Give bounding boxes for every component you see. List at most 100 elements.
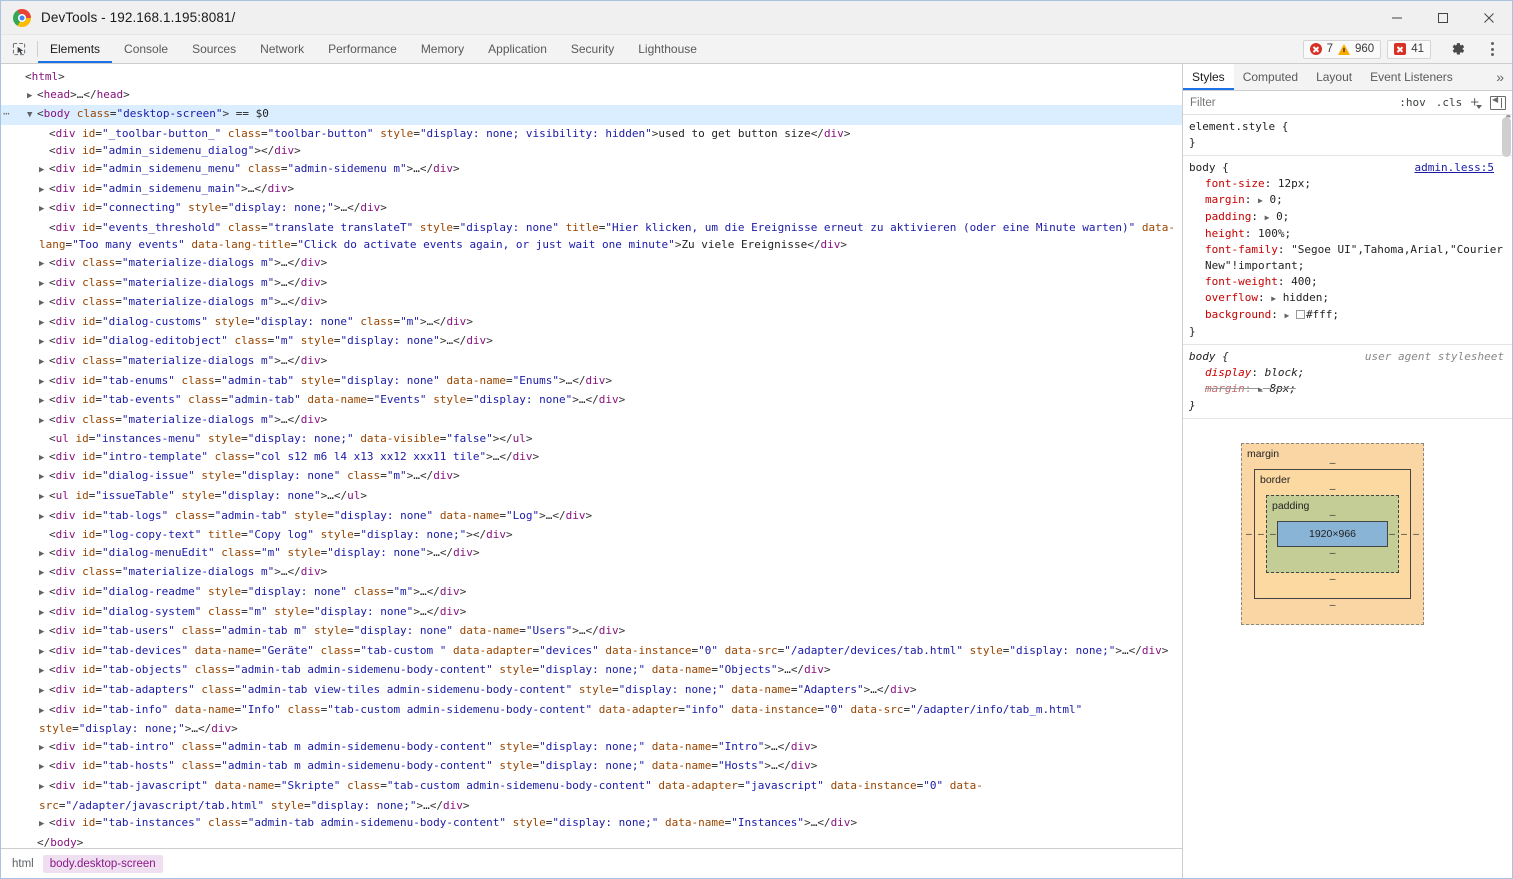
tab-lighthouse[interactable]: Lighthouse [626,35,709,63]
dom-node-line[interactable]: ▶ <div class="materialize-dialogs m">…</d… [1,563,1182,583]
style-declaration[interactable]: overflow: ▶ hidden; [1189,290,1512,307]
tab-computed[interactable]: Computed [1234,64,1307,90]
expand-arrow-icon[interactable]: ▶ [39,740,49,758]
expand-arrow-icon[interactable]: ▶ [39,779,49,797]
margin-left-value[interactable]: – [1246,526,1252,542]
tab-console[interactable]: Console [112,35,180,63]
box-model-content[interactable]: 1920×966 [1277,521,1388,547]
dom-node-line[interactable]: ▶ <div class="materialize-dialogs m">…</d… [1,352,1182,372]
breadcrumb-item-html[interactable]: html [5,855,41,873]
padding-left-value[interactable]: – [1270,526,1276,542]
expand-arrow-icon[interactable]: ▶ [39,703,49,721]
expand-arrow-icon[interactable]: ▶ [1284,311,1289,320]
expand-arrow-icon[interactable]: ▶ [39,315,49,333]
dom-node-line[interactable]: ▶ <div id="tab-adapters" class="admin-tab… [1,681,1182,701]
declaration-value[interactable]: 400; [1291,275,1318,288]
expand-arrow-icon[interactable]: ▶ [39,354,49,372]
declaration-value[interactable]: 0; [1276,210,1289,223]
dom-node-line[interactable]: ▶ <div id="tab-users" class="admin-tab m"… [1,622,1182,642]
inspect-element-icon[interactable] [1,35,37,63]
style-rule[interactable]: element.style {} [1183,115,1512,156]
style-declaration[interactable]: margin: ▶ 8px; [1189,381,1512,398]
declaration-property[interactable]: font-family [1205,243,1278,256]
node-more-icon[interactable]: ⋯ [3,105,10,123]
tab-layout[interactable]: Layout [1307,64,1361,90]
style-declaration[interactable]: font-weight: 400; [1189,274,1512,290]
expand-arrow-icon[interactable]: ▶ [39,256,49,274]
dom-node-line[interactable]: ▶ <div id="tab-enums" class="admin-tab" s… [1,372,1182,392]
declaration-property[interactable]: margin [1205,382,1245,395]
expand-arrow-icon[interactable]: ▶ [39,509,49,527]
box-model-padding[interactable]: padding – – – 1920×966 – [1266,495,1399,573]
more-tabs-icon[interactable]: » [1488,64,1512,90]
declaration-property[interactable]: display [1205,366,1251,379]
expand-arrow-icon[interactable]: ▶ [39,393,49,411]
tab-event-listeners[interactable]: Event Listeners [1361,64,1462,90]
styles-filter-input[interactable] [1183,95,1395,110]
padding-right-value[interactable]: – [1389,526,1395,542]
declaration-property[interactable]: padding [1205,210,1251,223]
style-declaration[interactable]: font-size: 12px; [1189,176,1512,192]
expand-arrow-icon[interactable]: ▶ [39,624,49,642]
dom-node-line[interactable]: ▶ <div class="materialize-dialogs m">…</d… [1,274,1182,294]
style-declaration[interactable]: height: 100%; [1189,226,1512,242]
expand-arrow-icon[interactable]: ▶ [39,644,49,662]
tab-styles[interactable]: Styles [1183,64,1234,90]
dom-node-line[interactable]: <div id="admin_sidemenu_dialog"></div> [1,142,1182,160]
declaration-value[interactable]: hidden; [1283,291,1329,304]
scrollbar-thumb[interactable] [1502,117,1511,157]
dom-tree[interactable]: <html> ▶ <head>…</head> ⋯ ▼ <body class="desk… [1,64,1182,848]
rule-selector[interactable]: element.style { [1189,119,1512,135]
expand-arrow-icon[interactable]: ▶ [39,759,49,777]
expand-arrow-icon[interactable]: ▶ [39,605,49,623]
style-declaration[interactable]: padding: ▶ 0; [1189,209,1512,226]
expand-arrow-icon[interactable]: ▶ [1258,196,1263,205]
dom-node-line[interactable]: ▶ <div class="materialize-dialogs m">…</d… [1,293,1182,313]
tab-memory[interactable]: Memory [409,35,476,63]
dom-node-line[interactable]: ▶ <div id="dialog-readme" style="display:… [1,583,1182,603]
dom-node-line[interactable]: ▶ <div id="connecting" style="display: no… [1,199,1182,219]
expand-arrow-icon[interactable]: ▶ [39,295,49,313]
dom-node-line[interactable]: <div id="log-copy-text" title="Copy log"… [1,526,1182,544]
expand-arrow-icon[interactable]: ▶ [39,565,49,583]
dom-node-line[interactable]: ▶ <div id="dialog-issue" style="display: … [1,467,1182,487]
border-left-value[interactable]: – [1258,526,1264,542]
box-model-margin[interactable]: margin – – – border – – – padding – – – … [1241,443,1424,625]
style-declaration[interactable]: display: block; [1189,365,1512,381]
expand-arrow-icon[interactable]: ▼ [27,107,37,125]
dom-node-line[interactable]: <ul id="instances-menu" style="display: … [1,430,1182,448]
dom-node-line[interactable]: ▶ <div id="tab-logs" class="admin-tab" st… [1,507,1182,527]
dom-node-line[interactable]: ▶ <div id="dialog-menuEdit" class="m" sty… [1,544,1182,564]
dom-node-line[interactable]: ▶ <div id="tab-instances" class="admin-ta… [1,814,1182,834]
dom-node-line[interactable]: ▶ <div id="dialog-customs" style="display… [1,313,1182,333]
style-declaration[interactable]: margin: ▶ 0; [1189,192,1512,209]
close-button[interactable] [1466,1,1512,35]
expand-arrow-icon[interactable]: ▶ [39,201,49,219]
expand-arrow-icon[interactable]: ▶ [39,334,49,352]
box-model-border[interactable]: border – – – padding – – – 1920×966 – – [1254,469,1411,599]
declaration-value[interactable]: 8px; [1269,382,1296,395]
dom-node-line[interactable]: </body> [1,834,1182,848]
style-declaration[interactable]: background: ▶ #fff; [1189,307,1512,324]
style-declaration[interactable]: font-family: "Segoe UI",Tahoma,Arial,"Co… [1189,242,1512,274]
expand-arrow-icon[interactable]: ▶ [39,413,49,431]
dom-node-line[interactable]: ▶ <div id="tab-events" class="admin-tab" … [1,391,1182,411]
dom-node-line[interactable]: ▶ <div id="admin_sidemenu_menu" class="ad… [1,160,1182,180]
expand-arrow-icon[interactable]: ▶ [1258,385,1263,394]
tab-application[interactable]: Application [476,35,559,63]
expand-arrow-icon[interactable]: ▶ [39,489,49,507]
expand-arrow-icon[interactable]: ▶ [39,683,49,701]
style-rule[interactable]: body {user agent stylesheet display: bloc… [1183,345,1512,419]
border-right-value[interactable]: – [1401,526,1407,542]
dom-node-line[interactable]: ⋯ ▼ <body class="desktop-screen"> == $0 [1,105,1182,125]
color-swatch[interactable] [1295,310,1305,319]
dom-node-line[interactable]: ▶ <div id="dialog-editobject" class="m" s… [1,332,1182,352]
dom-node-line[interactable]: ▶ <div class="materialize-dialogs m">…</d… [1,254,1182,274]
dom-node-line[interactable]: ▶ <div id="tab-objects" class="admin-tab … [1,661,1182,681]
styles-rules-list[interactable]: element.style {} body {admin.less:5 font-s… [1183,115,1512,878]
dom-node-line[interactable]: ▶ <div id="intro-template" class="col s12… [1,448,1182,468]
expand-arrow-icon[interactable]: ▶ [1265,213,1270,222]
dom-node-line[interactable]: ▶ <div id="tab-info" data-name="Info" cla… [1,701,1182,738]
padding-bottom-value[interactable]: – [1277,547,1388,559]
cls-toggle-button[interactable]: .cls [1431,96,1468,109]
